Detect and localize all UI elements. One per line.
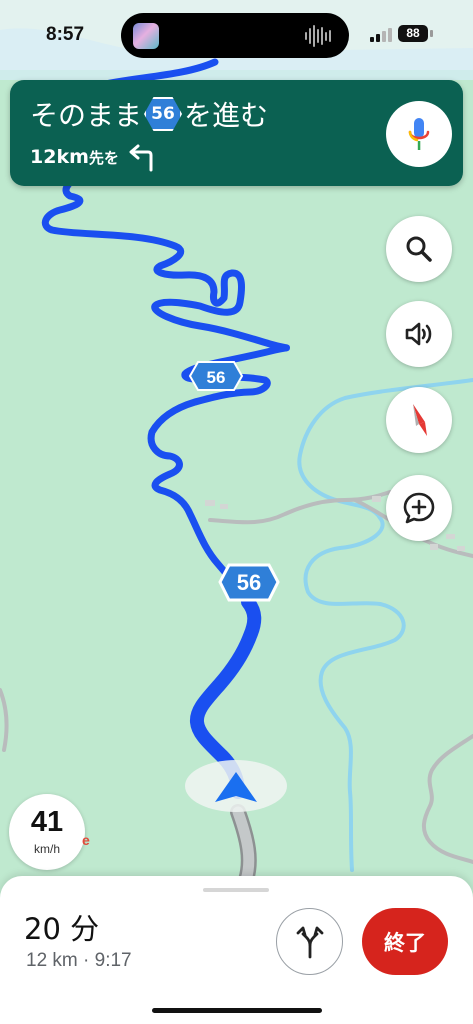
speedometer: 41 km/h <box>9 794 85 870</box>
voice-search-button[interactable] <box>386 101 452 167</box>
speed-unit: km/h <box>33 842 60 856</box>
dynamic-island[interactable] <box>121 13 349 58</box>
compass-icon <box>413 404 427 436</box>
home-indicator[interactable] <box>152 1008 322 1013</box>
battery-tip <box>430 30 433 37</box>
volume-icon <box>405 322 432 346</box>
next-distance: 12km <box>30 146 89 168</box>
instruction-before: そのまま <box>30 99 143 132</box>
route-shield-marker: 56 <box>218 563 280 602</box>
turn-left-icon <box>129 144 153 172</box>
battery-indicator: 88 <box>398 25 428 42</box>
compass-button[interactable] <box>386 387 452 453</box>
search-button[interactable] <box>386 216 452 282</box>
trip-details: 12 km · 9:17 <box>26 950 132 971</box>
fork-route-icon <box>296 926 323 958</box>
status-time: 8:57 <box>46 24 85 45</box>
status-bar: 8:57 88 <box>0 0 473 70</box>
speed-limit-edge-icon: e <box>82 832 90 848</box>
signal-icon <box>370 26 392 42</box>
add-report-button[interactable] <box>386 475 452 541</box>
route-shield-marker: 56 <box>188 361 244 391</box>
alternate-routes-button[interactable] <box>276 908 343 975</box>
trip-sheet[interactable]: 20 分 12 km · 9:17 終了 <box>0 876 473 1024</box>
banner-instruction: そのまま 56 を進む <box>30 94 268 134</box>
add-report-icon <box>403 492 435 524</box>
navigation-arrow-icon <box>215 772 257 802</box>
mic-icon <box>408 118 430 150</box>
instruction-after: を進む <box>184 99 269 132</box>
now-playing-artwork <box>133 23 159 49</box>
svg-text:56: 56 <box>237 570 261 595</box>
sheet-handle[interactable] <box>203 888 269 892</box>
route-shield-badge: 56 <box>144 97 183 131</box>
svg-text:56: 56 <box>207 368 226 387</box>
next-suffix: 先を <box>88 148 119 167</box>
end-navigation-button[interactable]: 終了 <box>362 908 448 975</box>
navigation-banner[interactable]: そのまま 56 を進む 12km 先を <box>10 80 463 186</box>
speed-value: 41 <box>30 806 64 838</box>
next-maneuver: 12km 先を <box>30 142 157 172</box>
audio-waveform-icon <box>305 25 331 47</box>
search-icon <box>406 236 432 262</box>
trip-duration: 20 分 <box>24 912 100 946</box>
sound-button[interactable] <box>386 301 452 367</box>
